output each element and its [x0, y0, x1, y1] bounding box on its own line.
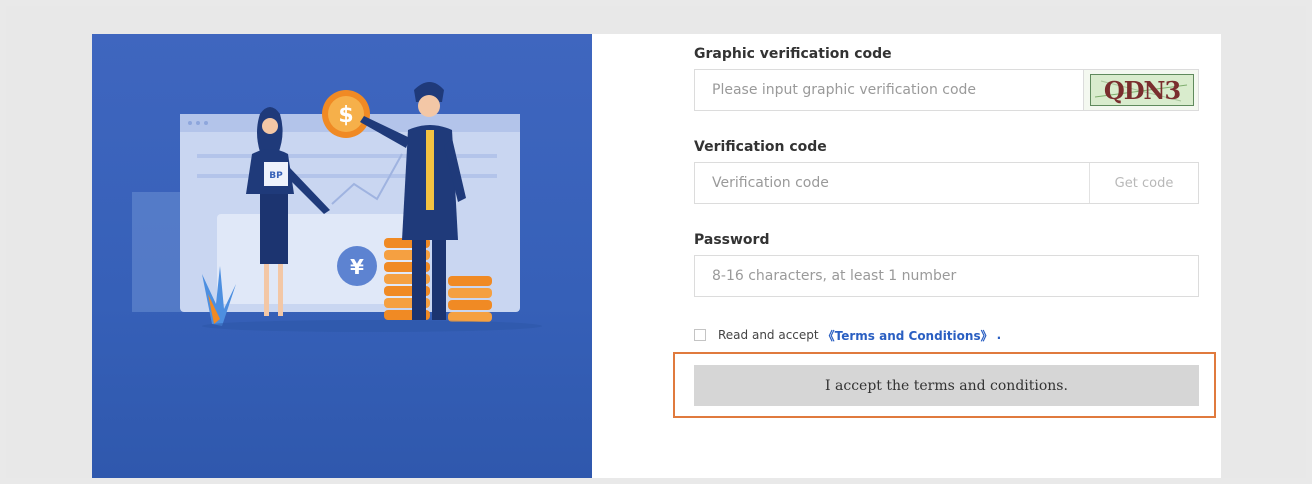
page-background: ¥ BP $ Graphic verification code Please … — [6, 6, 1306, 478]
verification-field: Get code — [694, 162, 1199, 204]
floor-shadow — [202, 320, 542, 332]
window-dot-icon — [204, 121, 208, 125]
captcha-text: QDN3 — [1104, 76, 1181, 105]
terms-link[interactable]: 《Terms and Conditions》 — [823, 327, 993, 344]
captcha-field: QDN3 — [694, 69, 1199, 111]
window-dot-icon — [188, 121, 192, 125]
terms-agreement: Read and accept 《Terms and Conditions》 . — [694, 326, 1001, 344]
dollar-coin-icon: $ — [322, 90, 370, 138]
captcha-label: Graphic verification code — [694, 46, 892, 62]
registration-card: ¥ BP $ Graphic verification code Please … — [92, 34, 1221, 478]
password-field — [694, 255, 1199, 297]
hero-illustration: ¥ BP $ — [92, 34, 592, 478]
terms-checkbox[interactable] — [694, 329, 706, 341]
business-illustration: ¥ BP $ — [132, 82, 542, 332]
password-label: Password — [694, 232, 770, 248]
verification-label: Verification code — [694, 139, 827, 155]
bp-badge-label: BP — [269, 171, 283, 181]
get-code-button[interactable]: Get code — [1089, 163, 1198, 203]
verification-input[interactable] — [695, 163, 1090, 203]
registration-form: Graphic verification code QDN3 Verificat… — [673, 34, 1216, 478]
accept-terms-button[interactable]: I accept the terms and conditions. — [694, 365, 1199, 406]
dollar-symbol: $ — [338, 103, 353, 128]
password-input[interactable] — [695, 256, 1198, 296]
captcha-input[interactable] — [695, 70, 1085, 110]
terms-suffix: . — [996, 328, 1002, 342]
yen-symbol: ¥ — [350, 255, 364, 279]
window-dot-icon — [196, 121, 200, 125]
captcha-image-frame: QDN3 — [1090, 74, 1194, 106]
terms-prefix: Read and accept — [718, 328, 819, 342]
captcha-image[interactable]: QDN3 — [1083, 70, 1198, 110]
captcha-graphic: QDN3 — [1094, 76, 1188, 105]
